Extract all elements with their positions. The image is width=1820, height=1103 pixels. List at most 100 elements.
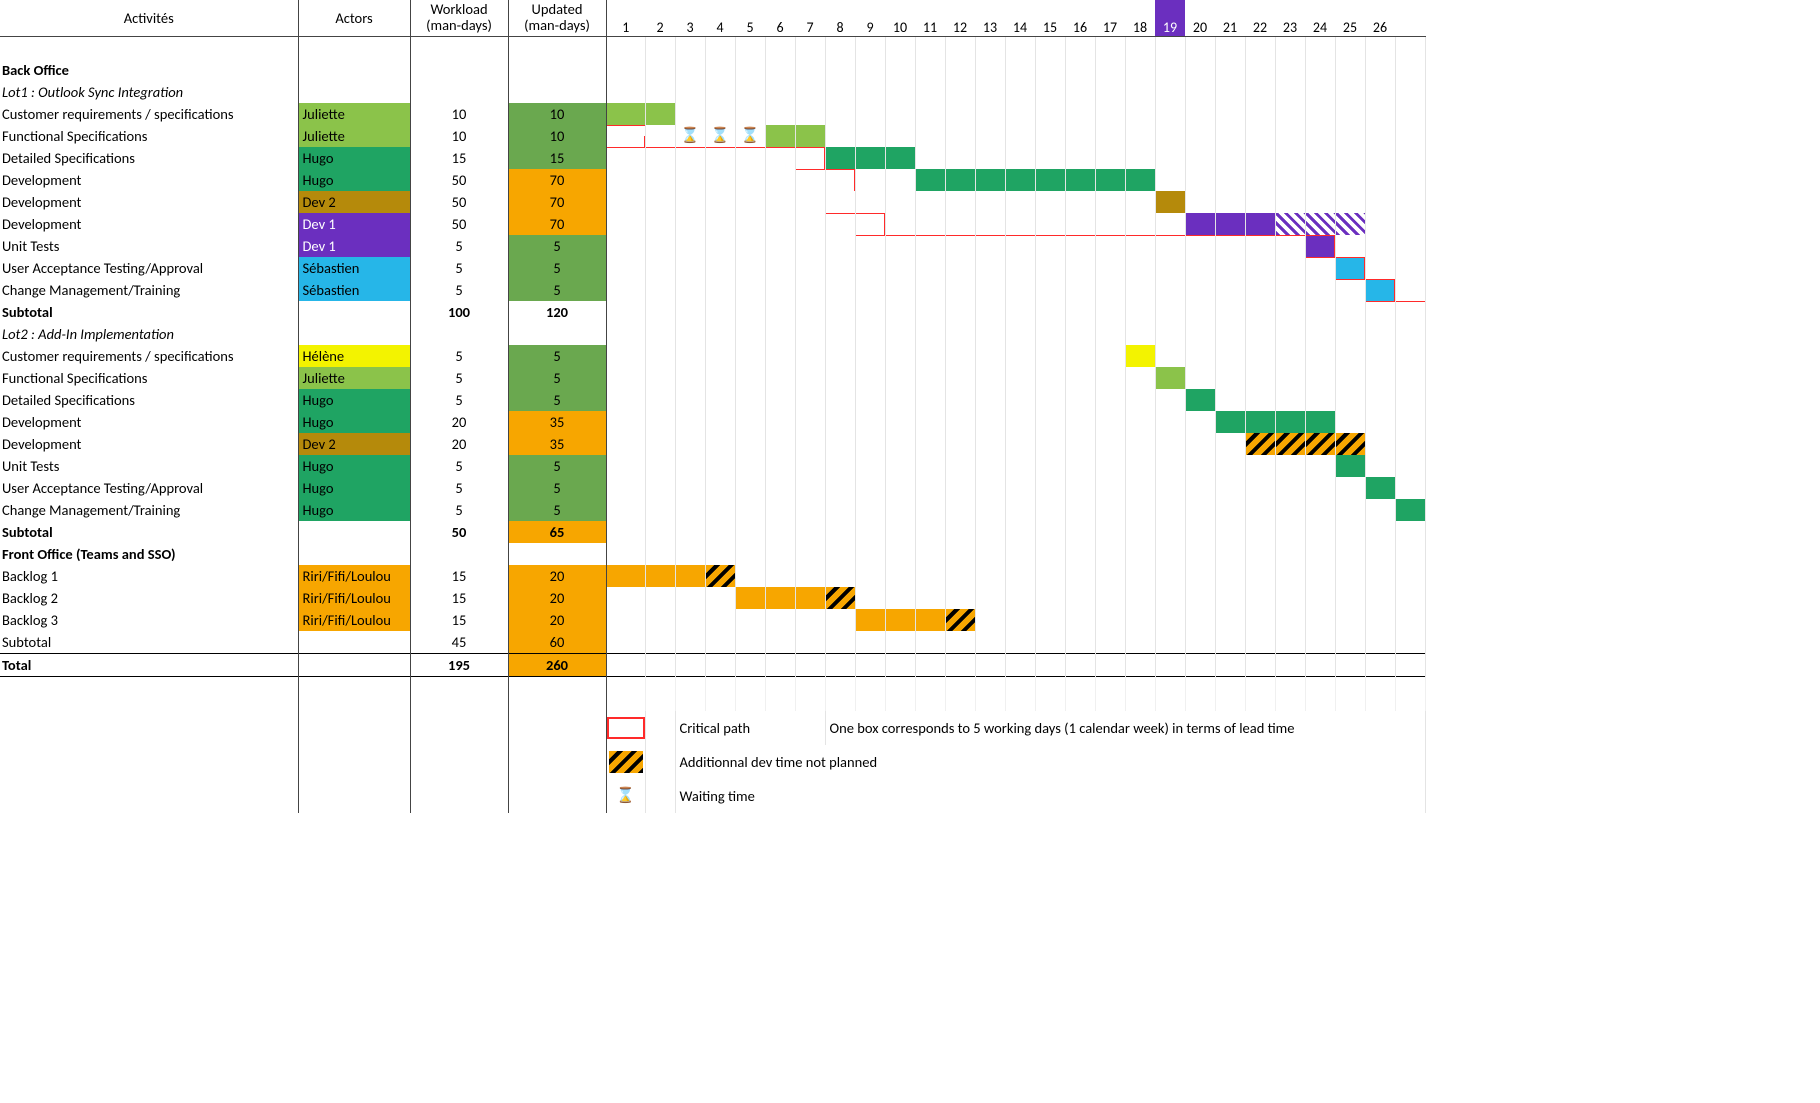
updated-cell: 260 bbox=[508, 653, 606, 676]
gantt-cell bbox=[1035, 257, 1065, 279]
gantt-cell bbox=[1095, 521, 1125, 543]
gantt-bar bbox=[1216, 411, 1245, 433]
gantt-cell bbox=[1365, 81, 1395, 103]
gantt-bar bbox=[946, 609, 975, 631]
gantt-cell bbox=[1155, 36, 1185, 59]
header-updated: Updated(man-days) bbox=[508, 0, 606, 36]
gantt-cell bbox=[825, 235, 855, 257]
gantt-cell bbox=[1005, 323, 1035, 345]
gantt-cell bbox=[735, 455, 765, 477]
gantt-cell bbox=[1215, 169, 1245, 191]
gantt-cell bbox=[1065, 543, 1095, 565]
gantt-cell bbox=[885, 389, 915, 411]
gantt-cell bbox=[606, 367, 645, 389]
gantt-cell bbox=[705, 477, 735, 499]
gantt-cell bbox=[1095, 455, 1125, 477]
gantt-cell bbox=[1125, 631, 1155, 654]
critical-path-segment bbox=[1126, 235, 1155, 236]
critical-path-segment bbox=[1336, 257, 1365, 258]
gantt-cell bbox=[855, 477, 885, 499]
gantt-cell bbox=[915, 213, 945, 235]
gantt-cell bbox=[735, 36, 765, 59]
gantt-cell bbox=[1365, 631, 1395, 654]
gantt-cell bbox=[885, 169, 915, 191]
gantt-cell bbox=[1065, 147, 1095, 169]
gantt-bar bbox=[1156, 191, 1185, 213]
gantt-cell bbox=[825, 147, 855, 169]
gantt-cell bbox=[855, 433, 885, 455]
gantt-cell bbox=[1215, 367, 1245, 389]
gantt-bar bbox=[1246, 433, 1275, 455]
gantt-cell bbox=[975, 609, 1005, 631]
gantt-bar bbox=[826, 147, 855, 169]
gantt-cell bbox=[855, 411, 885, 433]
gantt-cell bbox=[1185, 455, 1215, 477]
gantt-cell bbox=[1245, 279, 1275, 301]
gantt-cell bbox=[1155, 81, 1185, 103]
gantt-cell bbox=[1125, 609, 1155, 631]
gantt-cell bbox=[675, 169, 705, 191]
gantt-cell bbox=[885, 235, 915, 257]
actor-cell: Hugo bbox=[298, 389, 410, 411]
gantt-cell bbox=[885, 301, 915, 323]
gantt-bar bbox=[1306, 235, 1335, 257]
gantt-cell bbox=[825, 59, 855, 81]
gantt-cell bbox=[606, 323, 645, 345]
critical-path-segment bbox=[796, 147, 825, 148]
gantt-cell bbox=[645, 521, 675, 543]
gantt-cell bbox=[1275, 587, 1305, 609]
actor-cell: Hélène bbox=[298, 345, 410, 367]
gantt-cell bbox=[675, 455, 705, 477]
workload-cell: 20 bbox=[410, 411, 508, 433]
hourglass-icon: ⌛ bbox=[736, 126, 765, 145]
gantt-cell bbox=[1215, 587, 1245, 609]
gantt-cell bbox=[1005, 36, 1035, 59]
gantt-cell bbox=[1005, 499, 1035, 521]
gantt-cell bbox=[1335, 367, 1365, 389]
gantt-cell bbox=[915, 411, 945, 433]
gantt-cell bbox=[1065, 191, 1095, 213]
gantt-cell bbox=[1005, 411, 1035, 433]
gantt-cell bbox=[1155, 301, 1185, 323]
gantt-cell bbox=[1335, 257, 1365, 279]
gantt-cell bbox=[795, 103, 825, 125]
gantt-cell bbox=[765, 455, 795, 477]
gantt-cell bbox=[705, 345, 735, 367]
updated-cell: 10 bbox=[508, 125, 606, 147]
gantt-cell bbox=[795, 235, 825, 257]
gantt-cell bbox=[645, 257, 675, 279]
gantt-cell bbox=[1275, 521, 1305, 543]
gantt-cell bbox=[675, 499, 705, 521]
gantt-cell bbox=[1335, 411, 1365, 433]
gantt-cell bbox=[945, 301, 975, 323]
gantt-cell bbox=[1365, 213, 1395, 235]
activity-cell: Subtotal bbox=[0, 631, 298, 654]
gantt-cell bbox=[855, 499, 885, 521]
gantt-cell bbox=[675, 279, 705, 301]
gantt-cell bbox=[1215, 389, 1245, 411]
activity-cell: Lot2 : Add-In Implementation bbox=[0, 323, 298, 345]
gantt-cell bbox=[1305, 455, 1335, 477]
gantt-cell bbox=[1125, 257, 1155, 279]
gantt-cell bbox=[1335, 191, 1365, 213]
gantt-cell bbox=[1155, 213, 1185, 235]
gantt-cell bbox=[975, 367, 1005, 389]
gantt-cell bbox=[1185, 279, 1215, 301]
activity-cell: Functional Specifications bbox=[0, 367, 298, 389]
gantt-cell bbox=[1125, 125, 1155, 147]
gantt-cell bbox=[1185, 257, 1215, 279]
workload-cell: 5 bbox=[410, 455, 508, 477]
actor-cell: Sébastien bbox=[298, 257, 410, 279]
gantt-cell bbox=[645, 125, 675, 147]
gantt-cell bbox=[825, 257, 855, 279]
gantt-cell bbox=[885, 521, 915, 543]
gantt-cell bbox=[975, 147, 1005, 169]
gantt-cell bbox=[606, 279, 645, 301]
gantt-cell bbox=[825, 81, 855, 103]
gantt-cell bbox=[975, 301, 1005, 323]
gantt-cell bbox=[1035, 411, 1065, 433]
updated-cell: 5 bbox=[508, 367, 606, 389]
gantt-cell bbox=[1395, 433, 1425, 455]
updated-cell: 20 bbox=[508, 565, 606, 587]
activity-cell: Unit Tests bbox=[0, 455, 298, 477]
